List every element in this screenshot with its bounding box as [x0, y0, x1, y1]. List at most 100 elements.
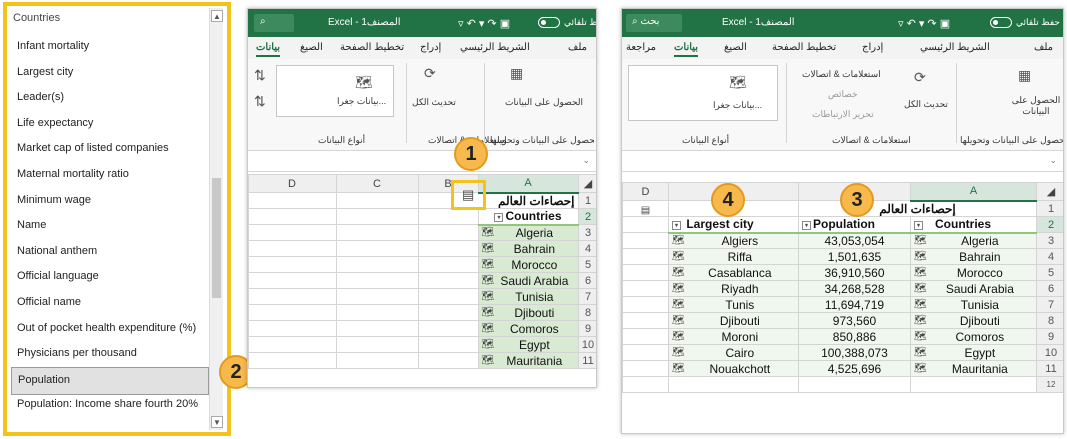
quick-access-icons[interactable]: ▿ ↶ ▾ ↷ ▣	[458, 17, 510, 30]
sheet-title-cell[interactable]: إحصاءات العالم	[798, 200, 1037, 217]
population-cell[interactable]: 11,694,719	[798, 296, 911, 313]
population-cell[interactable]: 100,388,073	[798, 344, 911, 361]
row-header[interactable]: 10	[577, 336, 596, 353]
refresh-icon[interactable]: ⟳	[914, 69, 926, 86]
field-list-item[interactable]: Official name	[17, 296, 81, 308]
autosave-toggle[interactable]	[990, 17, 1012, 28]
column-header-d[interactable]: D	[622, 182, 669, 201]
row-header[interactable]: 7	[577, 288, 596, 305]
map-icon[interactable]: 🗺	[672, 299, 685, 310]
search-box[interactable]: ⌕ بحث	[626, 14, 682, 32]
country-cell[interactable]: 🗺 Egypt	[477, 336, 579, 353]
field-list-item[interactable]: Physicians per thousand	[17, 347, 137, 359]
column-header-a[interactable]: A	[477, 174, 579, 194]
population-cell[interactable]: 4,525,696	[798, 360, 911, 377]
country-cell[interactable]: 🗺 Djibouti	[910, 312, 1037, 329]
field-list-item[interactable]: Population	[11, 366, 209, 395]
country-cell[interactable]: 🗺 Bahrain	[477, 240, 579, 257]
row-header[interactable]: 3	[1036, 232, 1063, 249]
queries-connections-button[interactable]: استعلامات & اتصالات	[802, 69, 881, 80]
country-cell[interactable]: 🗺 Bahrain	[910, 248, 1037, 265]
map-icon[interactable]: 🗺	[672, 283, 685, 294]
quick-access-icons[interactable]: ▿ ↶ ▾ ↷ ▣	[898, 17, 950, 30]
map-icon[interactable]: 🗺	[482, 339, 495, 350]
field-list-item[interactable]: Population: Income share fourth 20%	[17, 398, 198, 410]
row-header[interactable]: 9	[577, 320, 596, 337]
data-types-gallery[interactable]: 🗺 بيانات جغرا...	[628, 65, 778, 121]
row-header[interactable]: 5	[1036, 264, 1063, 281]
tab-file[interactable]: ملف	[568, 42, 587, 53]
header-countries[interactable]: ▾ Countries	[910, 216, 1037, 234]
country-cell[interactable]: 🗺 Algeria	[477, 224, 579, 241]
field-list-item[interactable]: Minimum wage	[17, 194, 91, 206]
map-icon[interactable]: 🗺	[914, 283, 927, 294]
map-icon[interactable]: 🗺	[914, 251, 927, 262]
data-types-gallery[interactable]: 🗺 بيانات جغرا...	[276, 65, 394, 117]
map-icon[interactable]: 🗺	[672, 235, 685, 246]
largest-city-cell[interactable]: 🗺 Casablanca	[668, 264, 799, 281]
map-icon[interactable]: 🗺	[672, 363, 685, 374]
formula-bar[interactable]: ⌄	[248, 152, 596, 172]
insert-data-icon[interactable]: ▤	[641, 205, 650, 216]
country-cell[interactable]: 🗺 Saudi Arabia	[477, 272, 579, 289]
country-cell[interactable]: 🗺 Mauritania	[910, 360, 1037, 377]
population-cell[interactable]: 34,268,528	[798, 280, 911, 297]
tab-home[interactable]: الشريط الرئيسي	[920, 42, 990, 53]
row-header[interactable]: 8	[1036, 312, 1063, 329]
worksheet-grid-1[interactable]: D C B A ◢ إحصاءات العالم 1 ▾ Countries 2 …	[248, 174, 596, 369]
filter-dropdown-icon[interactable]: ▾	[914, 220, 923, 230]
population-cell[interactable]: 1,501,635	[798, 248, 911, 265]
scroll-down-icon[interactable]: ▼	[211, 416, 223, 428]
row-header[interactable]: 11	[577, 352, 596, 369]
map-icon[interactable]: 🗺	[672, 251, 685, 262]
header-countries[interactable]: ▾ Countries	[477, 208, 579, 226]
row-header[interactable]: 3	[577, 224, 596, 241]
row-header-2[interactable]: 2	[1036, 216, 1063, 233]
map-icon[interactable]: 🗺	[914, 363, 927, 374]
scrollbar-thumb[interactable]	[212, 178, 221, 298]
map-icon[interactable]: 🗺	[672, 267, 685, 278]
search-icon[interactable]: ⌕	[254, 14, 294, 32]
country-cell[interactable]: 🗺 Mauritania	[477, 352, 579, 369]
tab-data[interactable]: بيانات	[256, 42, 281, 57]
largest-city-cell[interactable]: 🗺 Algiers	[668, 232, 799, 249]
sort-az-icon[interactable]: ⇅	[254, 67, 266, 84]
field-list-item[interactable]: Market cap of listed companies	[17, 142, 169, 154]
map-icon[interactable]: 🗺	[914, 299, 927, 310]
tab-data[interactable]: بيانات	[674, 42, 699, 57]
map-icon[interactable]: 🗺	[672, 315, 685, 326]
map-icon[interactable]: 🗺	[914, 331, 927, 342]
country-cell[interactable]: 🗺 Algeria	[910, 232, 1037, 249]
largest-city-cell[interactable]: 🗺 Riffa	[668, 248, 799, 265]
field-list-item[interactable]: Infant mortality	[17, 40, 89, 52]
formula-bar[interactable]: ⌄	[622, 152, 1063, 172]
get-data-icon[interactable]: ▦	[510, 65, 523, 82]
map-icon[interactable]: 🗺	[482, 227, 495, 238]
row-header[interactable]: 7	[1036, 296, 1063, 313]
row-header[interactable]: 6	[1036, 280, 1063, 297]
refresh-icon[interactable]: ⟳	[424, 65, 436, 82]
tab-formulas[interactable]: الصيغ	[724, 42, 747, 53]
field-list-item[interactable]: Life expectancy	[17, 117, 93, 129]
scroll-up-icon[interactable]: ▲	[211, 10, 223, 22]
select-all-corner[interactable]: ◢	[577, 174, 596, 193]
map-icon[interactable]: 🗺	[672, 347, 685, 358]
largest-city-cell[interactable]: 🗺 Djibouti	[668, 312, 799, 329]
map-icon[interactable]: 🗺	[482, 259, 495, 270]
autosave-toggle[interactable]	[538, 17, 560, 28]
header-population[interactable]: ▾ Population	[798, 216, 911, 234]
tab-formulas[interactable]: الصيغ	[300, 42, 323, 53]
row-header-2[interactable]: 2	[577, 208, 596, 225]
sheet-title-cell[interactable]: إحصاءات العالم	[417, 192, 579, 209]
country-cell[interactable]: 🗺 Morocco	[910, 264, 1037, 281]
country-cell[interactable]: 🗺 Comoros	[910, 328, 1037, 345]
map-icon[interactable]: 🗺	[914, 315, 927, 326]
get-data-button[interactable]: الحصول على البيانات	[1010, 95, 1062, 117]
population-cell[interactable]: 973,560	[798, 312, 911, 329]
row-header[interactable]: 11	[1036, 360, 1063, 377]
map-icon[interactable]: 🗺	[482, 323, 495, 334]
field-list-item[interactable]: Out of pocket health expenditure (%)	[17, 322, 196, 334]
population-cell[interactable]: 36,910,560	[798, 264, 911, 281]
country-cell[interactable]: 🗺 Comoros	[477, 320, 579, 337]
get-data-button[interactable]: الحصول على البيانات	[504, 97, 584, 108]
